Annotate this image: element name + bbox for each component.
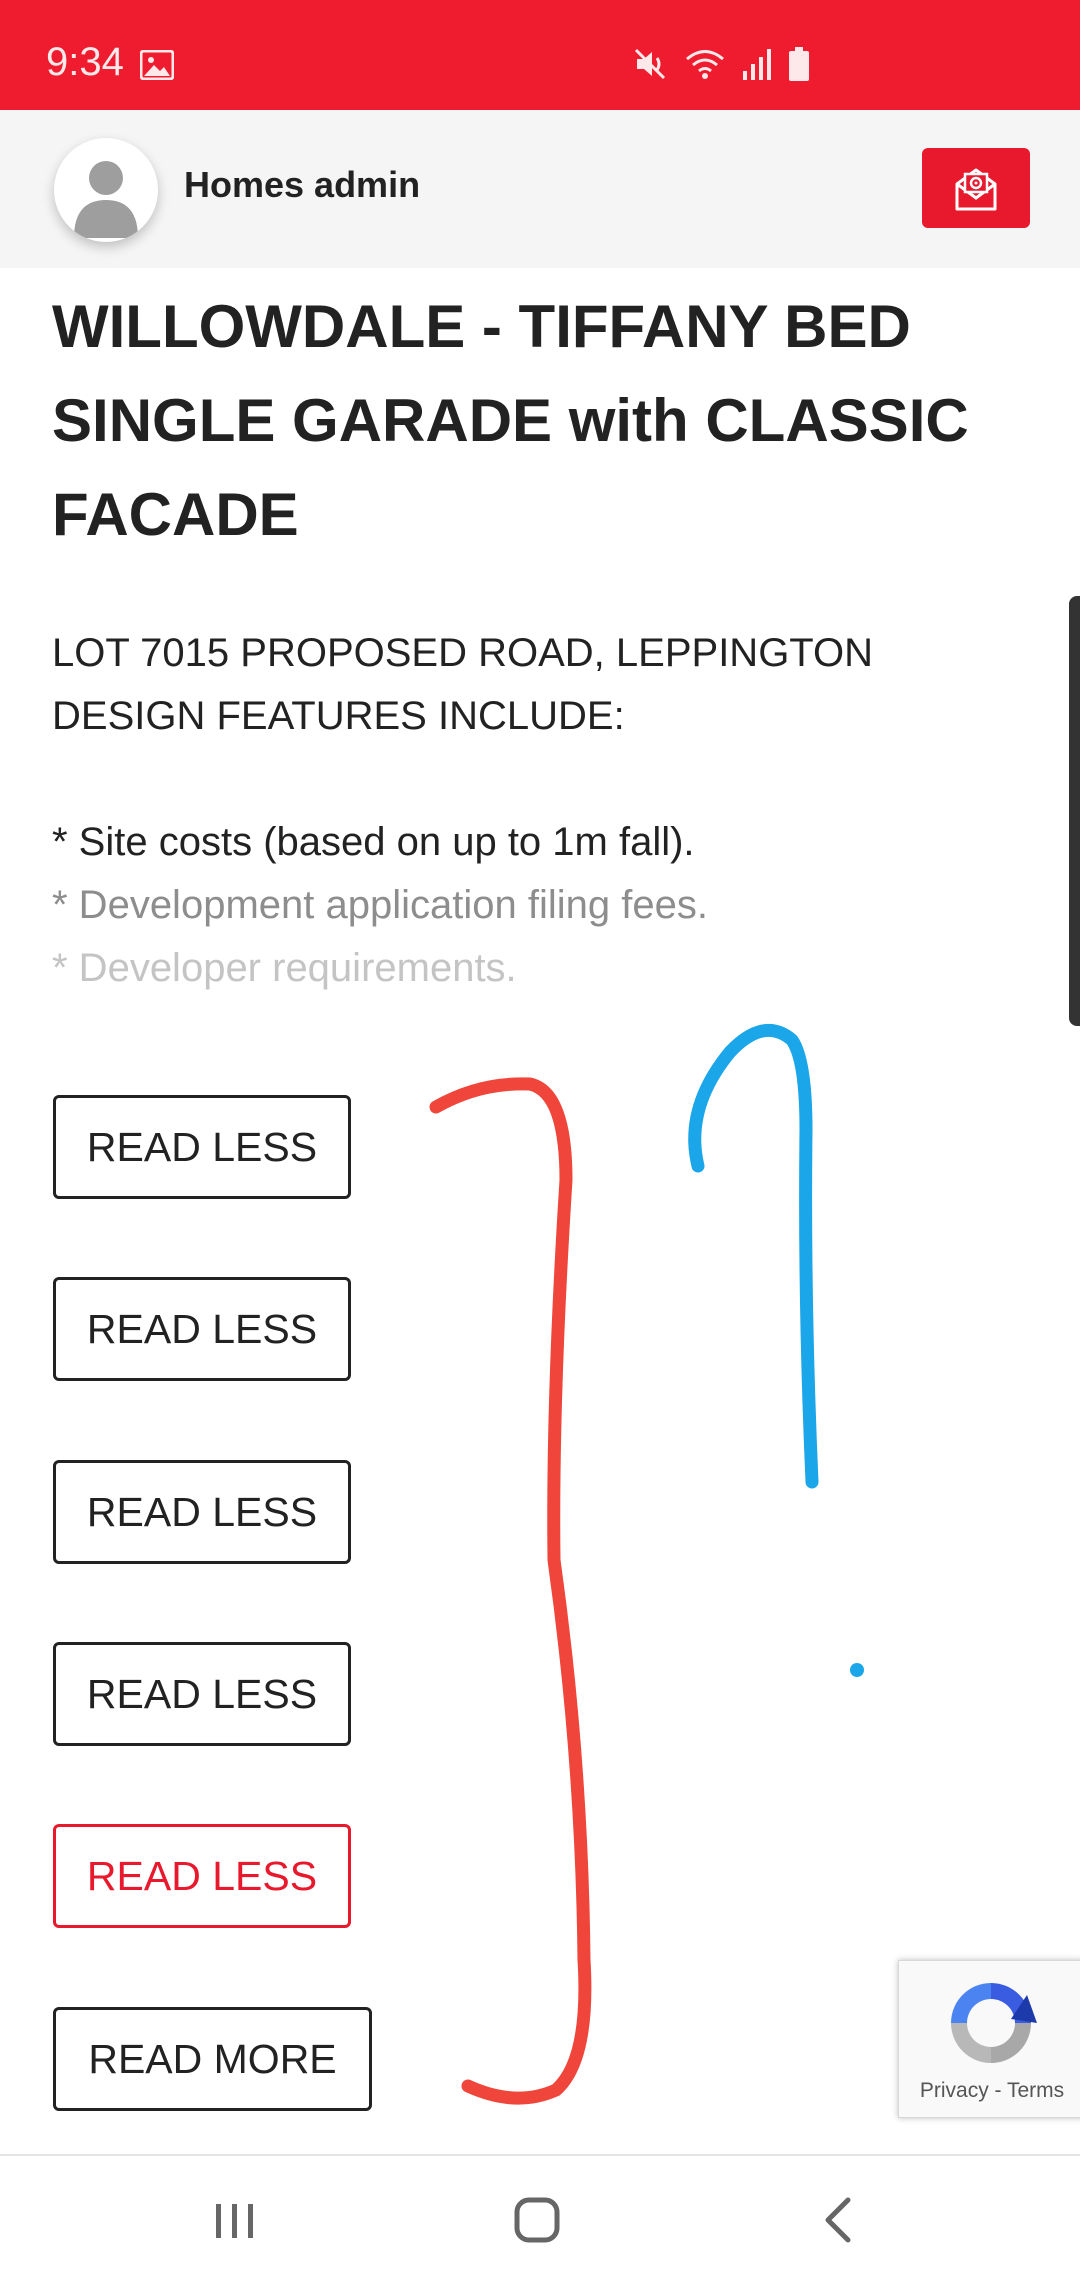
feature-item: * Development application filing fees. [52,883,708,927]
features-heading: DESIGN FEATURES INCLUDE: [52,694,625,738]
status-bar: 9:34 [0,0,1080,110]
red-bracket-stroke [429,1077,592,2105]
back-icon[interactable] [810,2190,870,2250]
read-less-button[interactable]: READ LESS [53,1095,351,1199]
recent-apps-icon[interactable] [204,2190,264,2250]
person-icon [74,161,138,238]
app-header: Homes admin [0,110,1080,268]
image-icon [140,50,174,80]
read-less-button[interactable]: READ LESS [53,1277,351,1381]
scroll-indicator[interactable] [1069,596,1080,1026]
blue-hook-stroke [688,1024,819,1489]
avatar[interactable] [54,138,158,242]
home-icon[interactable] [507,2190,567,2250]
blue-dot [850,1663,864,1677]
system-nav-bar [0,2154,1080,2280]
signal-icon [743,49,771,80]
mail-icon [955,168,997,211]
recaptcha-links[interactable]: Privacy - Terms [899,2079,1080,2103]
read-less-button[interactable]: READ LESS [53,1642,351,1746]
status-time: 9:34 [46,40,124,84]
status-icons [634,44,810,84]
read-more-button[interactable]: READ MORE [53,2007,372,2111]
recaptcha-badge[interactable]: Privacy - Terms [898,1960,1080,2118]
feature-item: * Developer requirements. [52,946,517,990]
battery-icon [789,47,809,81]
mail-button[interactable] [922,148,1030,228]
listing-address: LOT 7015 PROPOSED ROAD, LEPPINGTON [52,631,874,675]
read-less-button[interactable]: READ LESS [53,1460,351,1564]
read-less-button-active[interactable]: READ LESS [53,1824,351,1928]
wifi-icon [686,50,724,79]
listing-description: LOT 7015 PROPOSED ROAD, LEPPINGTON DESIG… [52,622,1032,1000]
mute-icon [634,48,666,80]
recaptcha-icon [951,1983,1037,2063]
user-name: Homes admin [184,164,421,205]
feature-item: * Site costs (based on up to 1m fall). [52,820,695,864]
listing-title: WILLOWDALE - TIFFANY BED SINGLE GARADE w… [52,293,969,548]
